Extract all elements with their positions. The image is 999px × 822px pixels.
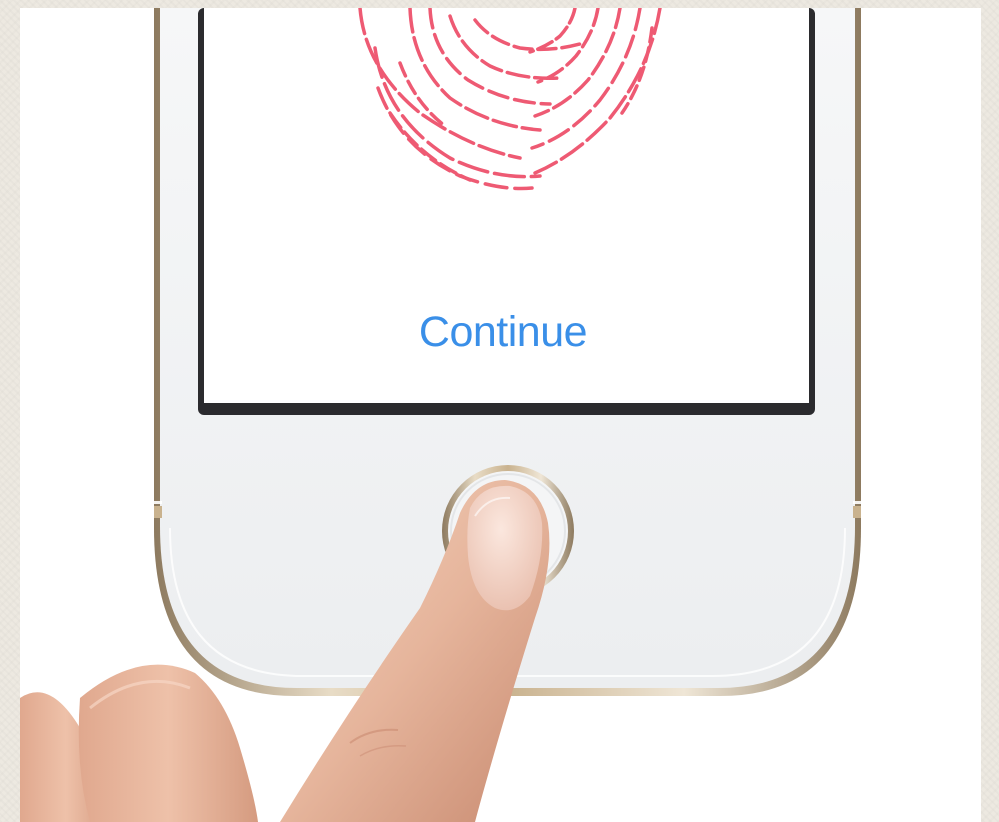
image-frame: Continue <box>0 0 999 822</box>
continue-button[interactable]: Continue <box>403 304 603 360</box>
iphone-illustration <box>20 8 861 822</box>
touch-id-photo: Continue <box>20 8 981 822</box>
